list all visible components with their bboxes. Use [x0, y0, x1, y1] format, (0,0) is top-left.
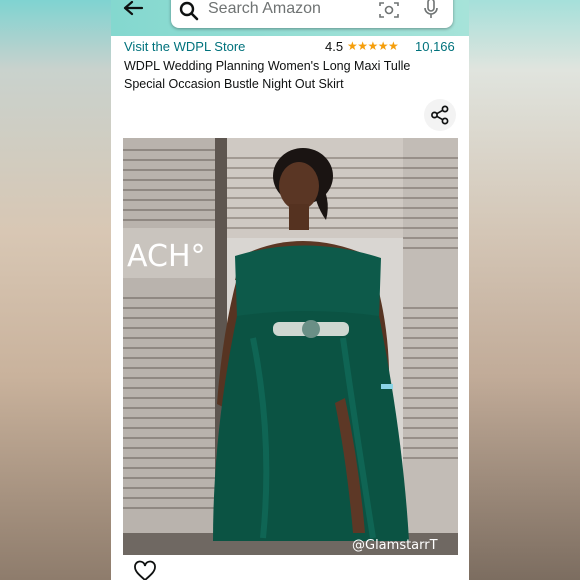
watermark-text: @GlamstarrT [352, 538, 438, 553]
mic-icon[interactable] [423, 0, 439, 20]
camera-icon[interactable] [378, 0, 400, 20]
heart-icon[interactable] [133, 560, 157, 580]
back-arrow-icon[interactable] [121, 0, 145, 20]
share-button[interactable] [424, 99, 456, 131]
backdrop-right [469, 0, 580, 580]
backdrop-left [0, 0, 111, 580]
search-input[interactable]: Search Amazon [208, 0, 321, 18]
product-image[interactable]: ACH° @GlamstarrT [123, 138, 458, 555]
review-count-link[interactable]: 10,166 [415, 39, 455, 54]
product-title: WDPL Wedding Planning Women's Long Maxi … [124, 59, 411, 91]
store-link[interactable]: Visit the WDPL Store [124, 39, 245, 54]
search-box[interactable]: Search Amazon [171, 0, 453, 28]
rating-value: 4.5 [325, 39, 344, 54]
app-screen: Search Amazon Visit the WDPL Store 4.5 ★… [111, 0, 469, 580]
store-rating-row: Visit the WDPL Store 4.5 ★★★★★ 10,166 [124, 39, 459, 55]
shop-sign-text: ACH° [127, 239, 206, 274]
header-bar: Search Amazon [111, 0, 469, 36]
product-photo: ACH° @GlamstarrT [123, 138, 458, 555]
share-icon [431, 105, 449, 125]
search-icon [179, 1, 199, 21]
star-rating-icon[interactable]: ★★★★★ [347, 39, 399, 53]
